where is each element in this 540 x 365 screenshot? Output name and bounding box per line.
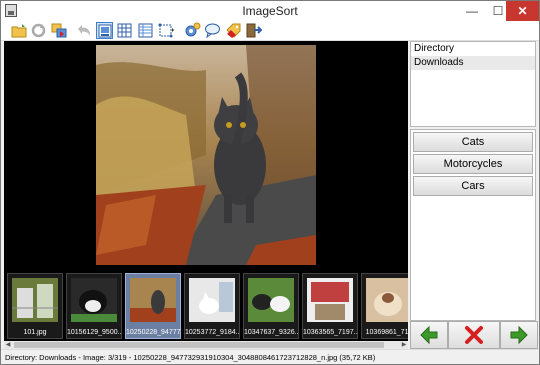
thumbnail-6[interactable]: 10363565_7197...	[302, 273, 358, 339]
directory-item-directory[interactable]: Directory	[411, 42, 535, 56]
image-viewer[interactable]	[4, 41, 408, 269]
comment-button[interactable]	[204, 22, 221, 39]
category-motorcycles-button[interactable]: Motorcycles	[413, 154, 533, 174]
view-grid-icon	[117, 23, 132, 38]
refresh-button[interactable]	[30, 22, 47, 39]
category-cats-button[interactable]: Cats	[413, 132, 533, 152]
exit-button[interactable]	[245, 22, 262, 39]
view-single-button[interactable]	[96, 22, 113, 39]
undo-button[interactable]	[75, 22, 92, 39]
settings-button[interactable]	[184, 22, 201, 39]
thumbnail-5[interactable]: 10347637_9326...	[243, 273, 299, 339]
thumbnail-7-caption: 10369861_718	[365, 329, 408, 336]
delete-icon	[465, 326, 483, 344]
view-list-icon	[138, 23, 153, 38]
directory-item-downloads[interactable]: Downloads	[411, 56, 535, 70]
settings-icon	[185, 22, 201, 37]
close-button[interactable]: ✕	[506, 1, 539, 21]
thumbnail-6-image	[307, 278, 353, 322]
status-bar: Directory: Downloads - Image: 3/319 - 10…	[1, 349, 539, 364]
thumbnail-3-image	[130, 278, 176, 322]
move-button[interactable]	[51, 22, 68, 39]
cat-photo	[96, 45, 316, 265]
thumbnail-scrollbar[interactable]: ◀ ▶	[4, 341, 408, 349]
scroll-right-arrow-icon[interactable]: ▶	[400, 341, 408, 349]
tags-icon	[226, 23, 241, 38]
thumbnail-6-caption: 10363565_7197...	[303, 329, 357, 336]
directory-list[interactable]: Directory Downloads	[410, 41, 536, 127]
thumbnail-1[interactable]: 101.jpg	[7, 273, 63, 339]
previous-button[interactable]	[410, 321, 448, 349]
thumbnail-7-image	[366, 278, 408, 322]
thumbnail-4-caption: 10253772_9184...	[185, 329, 239, 336]
thumbnail-2-image	[71, 278, 117, 322]
crop-icon	[158, 23, 174, 38]
comment-icon	[205, 23, 220, 39]
cat-photo-image	[96, 45, 316, 265]
tags-button[interactable]	[225, 22, 242, 39]
view-list-button[interactable]	[137, 22, 154, 39]
thumbnail-5-image	[248, 278, 294, 322]
open-folder-icon	[11, 24, 27, 38]
open-folder-button[interactable]	[11, 22, 28, 39]
title-bar: ImageSort — ☐ ✕	[1, 1, 539, 21]
thumbnail-2[interactable]: 10156129_9500...	[66, 273, 122, 339]
arrow-left-icon	[420, 325, 438, 345]
delete-button[interactable]	[448, 321, 500, 349]
exit-icon	[246, 23, 262, 38]
thumbnail-2-caption: 10156129_9500...	[67, 329, 121, 336]
scrollbar-thumb[interactable]	[14, 342, 384, 348]
move-icon	[51, 23, 67, 38]
toolbar	[1, 21, 539, 41]
thumbnail-1-caption: 101.jpg	[23, 329, 47, 336]
thumbnail-3[interactable]: 10250228_94777...	[125, 273, 181, 339]
next-button[interactable]	[500, 321, 538, 349]
refresh-icon	[31, 23, 46, 38]
undo-icon	[78, 25, 90, 36]
app-window: ImageSort — ☐ ✕ 101.jpg 10156129_9500...…	[0, 0, 540, 365]
thumbnail-4[interactable]: 10253772_9184...	[184, 273, 240, 339]
view-grid-button[interactable]	[116, 22, 133, 39]
scroll-left-arrow-icon[interactable]: ◀	[4, 341, 12, 349]
arrow-right-icon	[510, 325, 528, 345]
category-cars-button[interactable]: Cars	[413, 176, 533, 196]
thumbnail-strip[interactable]: 101.jpg 10156129_9500... 10250228_94777.…	[4, 269, 408, 341]
thumbnail-3-caption: 10250228_94777...	[126, 329, 180, 336]
thumbnail-5-caption: 10347637_9326...	[244, 329, 298, 336]
minimize-button[interactable]: —	[459, 1, 485, 21]
crop-button[interactable]	[157, 22, 174, 39]
thumbnail-4-image	[189, 278, 235, 322]
category-panel: Cats Motorcycles Cars	[410, 129, 536, 321]
thumbnail-7[interactable]: 10369861_718	[361, 273, 408, 339]
thumbnail-1-image	[12, 278, 58, 322]
view-single-icon	[98, 24, 112, 38]
